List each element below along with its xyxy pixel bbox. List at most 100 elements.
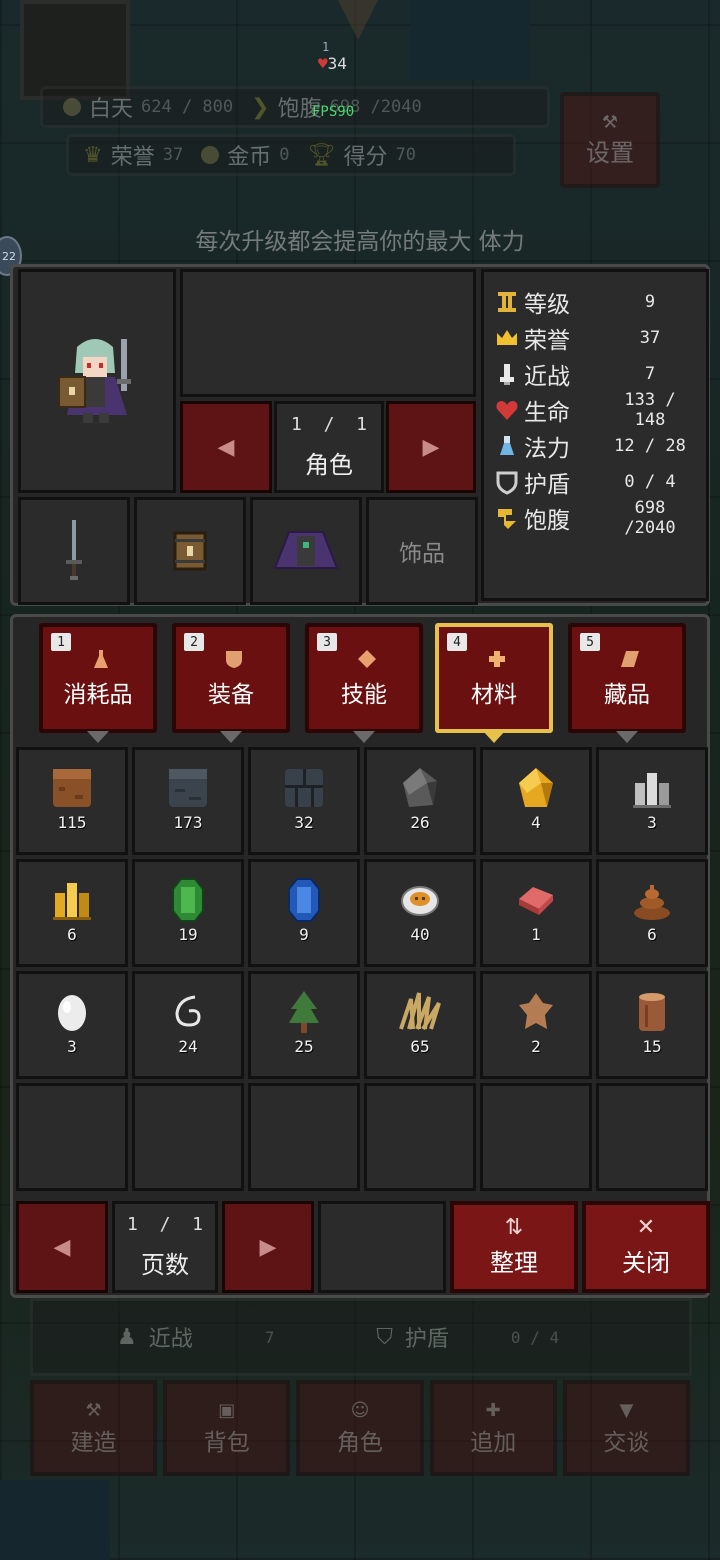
tab-indicator-arrow	[220, 731, 242, 743]
drumstick-icon	[498, 509, 516, 529]
inventory-pager: 1 / 1 页数	[112, 1201, 218, 1293]
log-icon	[639, 992, 665, 1031]
close-button[interactable]: ✕ 关闭	[582, 1201, 710, 1293]
stat-row-honor: 荣誉 37	[494, 320, 696, 356]
coin-icon	[201, 146, 220, 164]
day-label: 白天	[89, 97, 134, 122]
scroll-icon	[621, 651, 639, 667]
inventory-slot-empty[interactable]	[16, 1083, 128, 1191]
string-icon	[175, 995, 201, 1027]
shield-icon	[496, 471, 518, 495]
inventory-slot[interactable]: 6	[596, 859, 708, 967]
egg-icon	[58, 994, 86, 1031]
bottom-stats-strip: ♟ 近战 7 ⛉ 护盾 0 / 4	[30, 1298, 692, 1376]
hud-honor-gold-score-bar: ♛ 荣誉 37 金币 0 🏆︎ 得分 70	[66, 134, 516, 176]
crown-icon: ♛	[83, 142, 103, 168]
stat-row-shield: 护盾 0 / 4	[494, 464, 696, 500]
dock-character-button[interactable]: ☺ 角色	[296, 1380, 424, 1476]
tab-materials[interactable]: 4 材料	[435, 623, 553, 743]
tab-consumables[interactable]: 1 消耗品	[39, 623, 157, 743]
settings-button[interactable]: ⚒ 设置	[560, 92, 660, 188]
water-tile	[0, 1480, 110, 1560]
inventory-prev-button[interactable]: ◀	[16, 1201, 108, 1293]
inventory-slot-empty[interactable]	[132, 1083, 244, 1191]
inventory-slot[interactable]: 6	[16, 859, 128, 967]
hammer-icon: ⚒	[85, 1399, 102, 1421]
drumstick-icon: ❯	[251, 94, 270, 120]
character-portrait	[18, 269, 176, 493]
stone-structure	[20, 0, 130, 100]
heart-icon	[496, 401, 518, 420]
inventory-slot[interactable]: 19	[132, 859, 244, 967]
inventory-slot-empty[interactable]	[248, 1083, 360, 1191]
inventory-slot[interactable]: 32	[248, 747, 360, 855]
inventory-next-button[interactable]: ▶	[222, 1201, 314, 1293]
leather-icon	[519, 992, 553, 1029]
character-sprite-icon	[58, 339, 131, 423]
stone-brick-icon	[285, 768, 323, 807]
arrow-right-icon: ▶	[422, 434, 440, 460]
stat-row-hunger: 饱腹 698 /2040	[494, 498, 696, 538]
offhand-slot[interactable]	[134, 497, 246, 605]
inventory-slot[interactable]: 3	[16, 971, 128, 1079]
armor-slot[interactable]	[250, 497, 362, 605]
character-next-button[interactable]: ▶	[386, 401, 476, 493]
inventory-slot[interactable]: 26	[364, 747, 476, 855]
weapon-slot[interactable]	[18, 497, 130, 605]
wrench-icon: ⚒	[601, 112, 619, 133]
sort-icon: ⇅	[504, 1214, 524, 1240]
accessory-slot[interactable]: 饰品	[366, 497, 478, 605]
hud-day-hunger-bar: 白天 624 / 800 ❯ 饱腹 698 /2040	[40, 86, 550, 128]
fist-icon: ♟	[117, 1324, 137, 1350]
character-pager: 1 / 1 角色	[274, 401, 384, 493]
sapphire-icon	[288, 877, 320, 922]
tab-indicator-arrow	[616, 731, 638, 743]
character-preview-area	[180, 269, 476, 397]
stat-row-level: 等级 9	[494, 284, 696, 320]
trophy-icon: 🏆︎	[307, 142, 336, 168]
gold-nugget-icon	[519, 767, 553, 807]
sword-icon	[66, 520, 82, 580]
dock-build-button[interactable]: ⚒ 建造	[30, 1380, 158, 1476]
backpack-icon: ▣	[218, 1399, 236, 1421]
tab-indicator-arrow	[483, 731, 505, 743]
inventory-slot[interactable]: 15	[596, 971, 708, 1079]
fist-icon	[500, 364, 514, 385]
dock-talk-button[interactable]: ▼ 交谈	[562, 1380, 691, 1476]
water-tile	[410, 0, 530, 80]
inventory-slot-empty[interactable]	[480, 1083, 592, 1191]
inventory-slot-empty[interactable]	[364, 1083, 476, 1191]
inventory-panel: 1 消耗品 2 装备 3 技能 4 材料 5 藏品 115 173 32 26 …	[10, 614, 710, 1298]
tab-collectibles[interactable]: 5 藏品	[568, 623, 686, 743]
arrow-left-icon: ◀	[53, 1234, 71, 1260]
inventory-slot[interactable]: 4	[480, 747, 592, 855]
dock-add-button[interactable]: ✚ 追加	[429, 1380, 557, 1476]
dock-backpack-button[interactable]: ▣ 背包	[163, 1380, 291, 1476]
tab-equipment[interactable]: 2 装备	[172, 623, 290, 743]
inventory-slot[interactable]: 2	[480, 971, 592, 1079]
inventory-slot[interactable]: 40	[364, 859, 476, 967]
inventory-slot[interactable]: 115	[16, 747, 128, 855]
inventory-slot-empty[interactable]	[596, 1083, 708, 1191]
sort-button[interactable]: ⇅ 整理	[450, 1201, 578, 1293]
inventory-slot[interactable]: 1	[480, 859, 592, 967]
grass-tuft-icon	[399, 991, 441, 1030]
inventory-slot[interactable]: 65	[364, 971, 476, 1079]
plus-icon: ✚	[485, 1399, 501, 1421]
inventory-slot[interactable]: 3	[596, 747, 708, 855]
inventory-slot[interactable]: 25	[248, 971, 360, 1079]
cloak-icon	[273, 531, 339, 569]
tab-indicator-arrow	[353, 731, 375, 743]
dung-icon	[634, 884, 670, 920]
arrow-right-icon: ▶	[259, 1234, 277, 1260]
emerald-icon	[172, 877, 204, 922]
inventory-slot[interactable]: 173	[132, 747, 244, 855]
character-pager-label: 角色	[305, 451, 353, 479]
inventory-slot[interactable]: 24	[132, 971, 244, 1079]
honor-value: 37	[162, 145, 184, 165]
armor-icon	[226, 651, 242, 668]
tab-skills[interactable]: 3 技能	[305, 623, 423, 743]
potion-icon	[500, 436, 514, 455]
inventory-slot[interactable]: 9	[248, 859, 360, 967]
character-prev-button[interactable]: ◀	[180, 401, 272, 493]
